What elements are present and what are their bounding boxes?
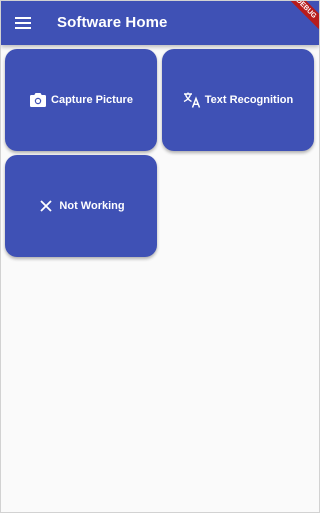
text-recognition-label: Text Recognition: [204, 94, 294, 106]
page-title: Software Home: [57, 14, 168, 31]
app-screen: Software Home DEBUG Capture Picture Text…: [0, 0, 320, 513]
hamburger-menu-icon: [15, 17, 31, 29]
app-bar: Software Home DEBUG: [1, 1, 319, 45]
capture-picture-label: Capture Picture: [51, 94, 133, 106]
translate-icon: [183, 91, 201, 109]
capture-picture-content: Capture Picture: [29, 91, 133, 109]
not-working-label: Not Working: [59, 200, 125, 212]
text-recognition-button[interactable]: Text Recognition: [162, 49, 314, 151]
camera-icon: [29, 91, 47, 109]
debug-banner: DEBUG: [277, 1, 319, 38]
not-working-content: Not Working: [37, 197, 125, 215]
capture-picture-button[interactable]: Capture Picture: [5, 49, 157, 151]
close-icon: [37, 197, 55, 215]
not-working-button[interactable]: Not Working: [5, 155, 157, 257]
text-recognition-content: Text Recognition: [183, 91, 293, 109]
menu-button[interactable]: [9, 7, 37, 39]
